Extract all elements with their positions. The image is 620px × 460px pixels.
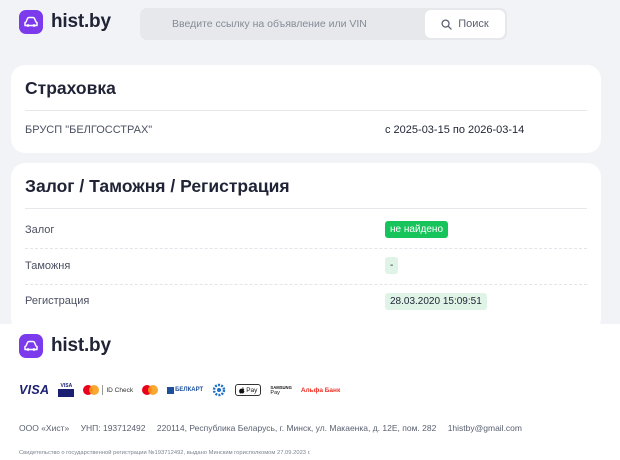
belkart-secure-logo bbox=[212, 383, 226, 397]
row-label-registration: Регистрация bbox=[25, 295, 90, 307]
visa-secure-logo: VISA bbox=[58, 383, 75, 397]
row-divider bbox=[25, 284, 587, 285]
insurance-divider bbox=[25, 110, 587, 111]
registration-date-badge: 28.03.2020 15:09:51 bbox=[385, 293, 487, 310]
top-bar: hist.by Поиск bbox=[0, 0, 620, 52]
registration-title: Залог / Таможня / Регистрация bbox=[25, 176, 290, 196]
row-divider bbox=[25, 248, 587, 249]
footer-logo-text: hist.by bbox=[51, 335, 111, 356]
belkart-logo: БЕЛКАРТ bbox=[167, 386, 203, 394]
payment-logos: VISA VISA ID Check БЕЛКАРТ Pay SAMSUNG P… bbox=[19, 381, 349, 399]
company-name: ООО «Хист» bbox=[19, 423, 70, 433]
visa-logo: VISA bbox=[19, 383, 50, 397]
footer-logo[interactable]: hist.by bbox=[19, 334, 111, 358]
car-icon bbox=[19, 10, 43, 34]
samsung-pay-logo: SAMSUNG Pay bbox=[270, 384, 292, 396]
customs-status-badge: - bbox=[385, 257, 399, 274]
search-icon bbox=[441, 18, 452, 30]
company-unp: УНП: 193712492 bbox=[80, 423, 146, 433]
search-bar: Поиск bbox=[140, 8, 507, 40]
row-label-pledge: Залог bbox=[25, 224, 55, 236]
search-input[interactable] bbox=[140, 8, 422, 40]
insurance-company: БРУСП "БЕЛГОССТРАХ" bbox=[25, 124, 153, 136]
mastercard-id-check-logo: ID Check bbox=[83, 385, 133, 395]
header-logo[interactable]: hist.by bbox=[19, 10, 111, 34]
registration-certificate: Свидетельство о государственной регистра… bbox=[19, 450, 311, 456]
registration-divider bbox=[25, 208, 587, 209]
insurance-period: с 2025-03-15 по 2026-03-14 bbox=[385, 124, 525, 136]
logo-text: hist.by bbox=[51, 11, 111, 32]
insurance-card: Страховка БРУСП "БЕЛГОССТРАХ" с 2025-03-… bbox=[11, 65, 601, 153]
mastercard-icon bbox=[142, 385, 159, 395]
search-button-label: Поиск bbox=[458, 18, 489, 30]
registration-card: Залог / Таможня / Регистрация Залог не н… bbox=[11, 163, 601, 333]
row-label-customs: Таможня bbox=[25, 260, 71, 272]
search-button[interactable]: Поиск bbox=[425, 10, 505, 38]
gear-icon bbox=[213, 383, 226, 397]
car-icon bbox=[19, 334, 43, 358]
company-info: ООО «Хист» УНП: 193712492 220114, Респуб… bbox=[19, 423, 522, 433]
footer: hist.by VISA VISA ID Check БЕЛКАРТ Pay S… bbox=[0, 324, 620, 460]
apple-pay-logo: Pay bbox=[235, 384, 262, 396]
mastercard-icon bbox=[83, 385, 100, 395]
mastercard-logo bbox=[142, 385, 159, 395]
insurance-title: Страховка bbox=[25, 78, 116, 98]
company-address: 220114, Республика Беларусь, г. Минск, у… bbox=[156, 423, 437, 433]
apple-icon bbox=[239, 386, 245, 393]
company-email-link[interactable]: 1histby@gmail.com bbox=[448, 423, 522, 433]
pledge-status-badge: не найдено bbox=[385, 221, 449, 238]
alfa-bank-logo: Альфа Банк bbox=[300, 386, 341, 394]
